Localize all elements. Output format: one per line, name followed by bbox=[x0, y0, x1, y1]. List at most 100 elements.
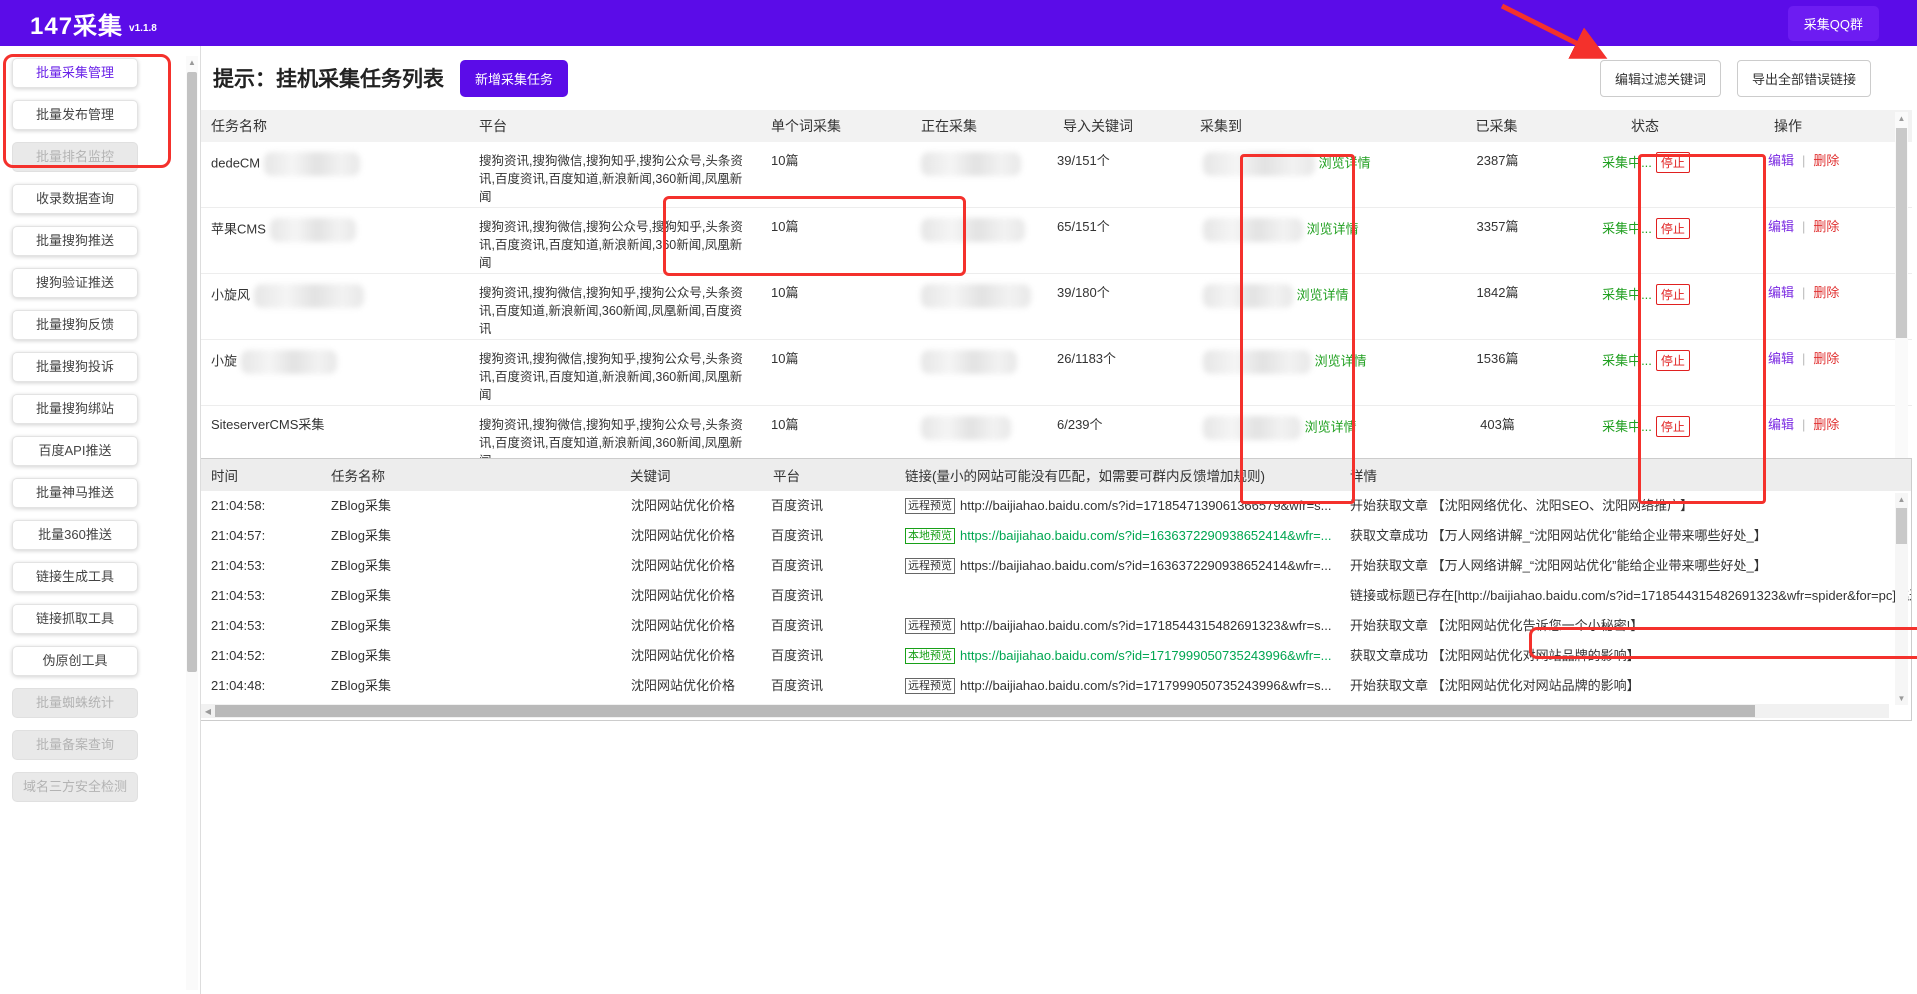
redacted-blur bbox=[270, 218, 356, 242]
sidebar-item-sogou-bind[interactable]: 批量搜狗绑站 bbox=[12, 394, 138, 424]
view-details-link[interactable]: 浏览详情 bbox=[1305, 419, 1357, 434]
local-preview-badge[interactable]: 本地预览 bbox=[905, 528, 955, 544]
view-details-link[interactable]: 浏览详情 bbox=[1315, 353, 1367, 368]
log-vertical-scrollbar[interactable]: ▲ ▼ bbox=[1895, 493, 1908, 705]
scroll-down-icon[interactable]: ▼ bbox=[1895, 692, 1908, 705]
article-link[interactable]: http://baijiahao.baidu.com/s?id=17185471… bbox=[960, 498, 1332, 513]
scrollbar-thumb[interactable] bbox=[1896, 128, 1907, 338]
sidebar-item-sogou-push[interactable]: 批量搜狗推送 bbox=[12, 226, 138, 256]
edit-filter-keywords-button[interactable]: 编辑过滤关键词 bbox=[1600, 60, 1721, 97]
stop-button[interactable]: 停止 bbox=[1656, 350, 1690, 371]
sidebar-item-rank-monitor: 批量排名监控 bbox=[12, 142, 138, 172]
log-task: ZBlog采集 bbox=[321, 611, 621, 641]
delete-link[interactable]: 删除 bbox=[1813, 219, 1839, 234]
sidebar-item-batch-publish[interactable]: 批量发布管理 bbox=[12, 100, 138, 130]
delete-link[interactable]: 删除 bbox=[1813, 417, 1839, 432]
log-table-body: 21:04:58: ZBlog采集 沈阳网站优化价格 百度资讯 远程预览http… bbox=[201, 491, 1911, 707]
edit-link[interactable]: 编辑 bbox=[1768, 417, 1794, 432]
stop-button[interactable]: 停止 bbox=[1656, 152, 1690, 173]
log-keyword: 沈阳网站优化价格 bbox=[621, 491, 761, 521]
log-time: 21:04:57: bbox=[201, 521, 321, 551]
edit-link[interactable]: 编辑 bbox=[1768, 351, 1794, 366]
log-time: 21:04:52: bbox=[201, 641, 321, 671]
col-detail: 详情 bbox=[1341, 465, 1911, 485]
sidebar-item-sogou-feedback[interactable]: 批量搜狗反馈 bbox=[12, 310, 138, 340]
log-detail: 获取文章成功 【万人网络讲解_“沈阳网站优化”能给企业带来哪些好处_】 bbox=[1341, 521, 1911, 551]
sidebar-item-baidu-api-push[interactable]: 百度API推送 bbox=[12, 436, 138, 466]
redacted-blur bbox=[921, 284, 1031, 308]
view-details-link[interactable]: 浏览详情 bbox=[1307, 221, 1359, 236]
remote-preview-badge[interactable]: 远程预览 bbox=[905, 678, 955, 694]
stop-button[interactable]: 停止 bbox=[1656, 218, 1690, 239]
task-table-header: 任务名称 平台 单个词采集 正在采集 导入关键词 采集到 已采集 状态 操作 bbox=[201, 110, 1912, 142]
divider: | bbox=[1802, 219, 1805, 234]
app-header: 147采集 v1.1.8 采集QQ群 bbox=[0, 0, 1917, 46]
sidebar-scrollbar[interactable]: ▲ bbox=[186, 56, 198, 990]
task-table-scrollbar[interactable]: ▲ bbox=[1895, 112, 1908, 458]
scrollbar-thumb[interactable] bbox=[1896, 508, 1907, 544]
collected-count: 403篇 bbox=[1423, 406, 1570, 458]
sidebar-item-shenma-push[interactable]: 批量神马推送 bbox=[12, 478, 138, 508]
article-link[interactable]: https://baijiahao.baidu.com/s?id=1636372… bbox=[960, 558, 1332, 573]
log-time: 21:04:53: bbox=[201, 581, 321, 611]
keywords-progress: 39/180个 bbox=[1041, 274, 1193, 339]
log-detail: 开始获取文章 【沈阳网络优化、沈阳SEO、沈阳网络推广】 bbox=[1341, 491, 1911, 521]
task-name: 小旋风 bbox=[211, 287, 250, 302]
collected-count: 1536篇 bbox=[1423, 340, 1570, 405]
view-details-link[interactable]: 浏览详情 bbox=[1319, 155, 1371, 170]
log-keyword: 沈阳网站优化价格 bbox=[621, 551, 761, 581]
status-running: 采集中... bbox=[1602, 287, 1652, 302]
stop-button[interactable]: 停止 bbox=[1656, 416, 1690, 437]
article-link[interactable]: http://baijiahao.baidu.com/s?id=17179990… bbox=[960, 678, 1332, 693]
redacted-blur bbox=[1203, 152, 1315, 176]
scroll-up-icon[interactable]: ▲ bbox=[186, 56, 198, 70]
collected-count: 3357篇 bbox=[1423, 208, 1570, 273]
log-task: ZBlog采集 bbox=[321, 551, 621, 581]
col-actions: 操作 bbox=[1720, 116, 1912, 136]
scroll-left-icon[interactable]: ◀ bbox=[201, 707, 215, 716]
edit-link[interactable]: 编辑 bbox=[1768, 285, 1794, 300]
task-name: dedeCM bbox=[211, 155, 260, 170]
local-preview-badge[interactable]: 本地预览 bbox=[905, 648, 955, 664]
sidebar-item-sogou-verify-push[interactable]: 搜狗验证推送 bbox=[12, 268, 138, 298]
remote-preview-badge[interactable]: 远程预览 bbox=[905, 498, 955, 514]
sidebar-item-pseudo-original[interactable]: 伪原创工具 bbox=[12, 646, 138, 676]
sidebar-item-batch-collect[interactable]: 批量采集管理 bbox=[12, 58, 138, 88]
log-row: 21:04:48: ZBlog采集 沈阳网站优化价格 百度资讯 远程预览http… bbox=[201, 671, 1911, 701]
page-title: 提示：挂机采集任务列表 bbox=[213, 63, 444, 93]
export-error-links-button[interactable]: 导出全部错误链接 bbox=[1737, 60, 1871, 97]
sidebar-item-index-query[interactable]: 收录数据查询 bbox=[12, 184, 138, 214]
per-word-count: 10篇 bbox=[761, 142, 911, 207]
divider: | bbox=[1802, 417, 1805, 432]
scroll-up-icon[interactable]: ▲ bbox=[1895, 493, 1908, 506]
log-platform: 百度资讯 bbox=[761, 521, 901, 551]
article-link[interactable]: http://baijiahao.baidu.com/s?id=17185443… bbox=[960, 618, 1332, 633]
log-horizontal-scrollbar[interactable]: ◀ bbox=[201, 704, 1889, 718]
stop-button[interactable]: 停止 bbox=[1656, 284, 1690, 305]
col-platform: 平台 bbox=[469, 116, 761, 136]
remote-preview-badge[interactable]: 远程预览 bbox=[905, 618, 955, 634]
redacted-blur bbox=[1203, 284, 1293, 308]
table-row: 小旋 搜狗资讯,搜狗微信,搜狗知乎,搜狗公众号,头条资讯,百度资讯,百度知道,新… bbox=[201, 340, 1912, 406]
sidebar-item-link-generate[interactable]: 链接生成工具 bbox=[12, 562, 138, 592]
scrollbar-thumb[interactable] bbox=[215, 705, 1755, 717]
delete-link[interactable]: 删除 bbox=[1813, 351, 1839, 366]
view-details-link[interactable]: 浏览详情 bbox=[1297, 287, 1349, 302]
log-platform: 百度资讯 bbox=[761, 641, 901, 671]
edit-link[interactable]: 编辑 bbox=[1768, 153, 1794, 168]
article-link[interactable]: https://baijiahao.baidu.com/s?id=1717999… bbox=[960, 648, 1332, 663]
log-platform: 百度资讯 bbox=[761, 491, 901, 521]
article-link[interactable]: https://baijiahao.baidu.com/s?id=1636372… bbox=[960, 528, 1332, 543]
delete-link[interactable]: 删除 bbox=[1813, 153, 1839, 168]
scroll-up-icon[interactable]: ▲ bbox=[1895, 112, 1908, 126]
delete-link[interactable]: 删除 bbox=[1813, 285, 1839, 300]
sidebar-item-link-grab[interactable]: 链接抓取工具 bbox=[12, 604, 138, 634]
sidebar-item-sogou-complaint[interactable]: 批量搜狗投诉 bbox=[12, 352, 138, 382]
remote-preview-badge[interactable]: 远程预览 bbox=[905, 558, 955, 574]
sidebar-item-360-push[interactable]: 批量360推送 bbox=[12, 520, 138, 550]
edit-link[interactable]: 编辑 bbox=[1768, 219, 1794, 234]
scrollbar-thumb[interactable] bbox=[187, 72, 197, 672]
qq-group-button[interactable]: 采集QQ群 bbox=[1788, 6, 1879, 41]
log-task: ZBlog采集 bbox=[321, 671, 621, 701]
new-task-button[interactable]: 新增采集任务 bbox=[460, 60, 568, 97]
